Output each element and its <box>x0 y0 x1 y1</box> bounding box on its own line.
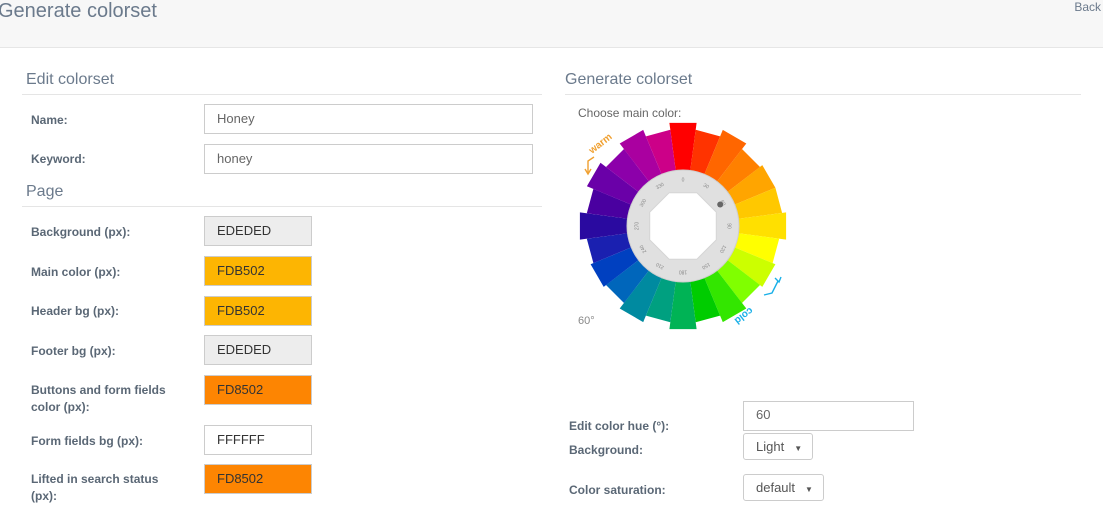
main-color-label: Main color (px): <box>31 265 121 279</box>
hue-degree-label: 60° <box>578 315 595 327</box>
cold-arrowhead-icon <box>774 276 782 284</box>
buttons-color-field[interactable]: FD8502 <box>204 375 312 405</box>
hue-marker[interactable] <box>717 201 724 208</box>
hue-label: Edit color hue (°): <box>569 419 670 433</box>
header-bg-label: Header bg (px): <box>31 304 120 318</box>
main-color-field[interactable]: FDB502 <box>204 256 312 286</box>
generate-colorset-heading: Generate colorset <box>565 71 693 88</box>
buttons-color-label: Buttons and form fields color (px): <box>31 383 166 414</box>
hue-input[interactable]: 60 <box>743 401 914 431</box>
name-label: Name: <box>31 113 68 127</box>
ring-tick-label: 0 <box>682 177 685 183</box>
cold-arrow-icon <box>763 280 779 296</box>
lifted-status-field[interactable]: FD8502 <box>204 464 312 494</box>
saturation-select-value: default <box>756 480 796 495</box>
background-color-label: Background (px): <box>31 225 131 239</box>
page-heading: Page <box>26 183 64 200</box>
top-bar: Generate colorset Back <box>0 0 1103 48</box>
saturation-select-label: Color saturation: <box>569 483 666 497</box>
background-select-label: Background: <box>569 443 644 457</box>
wheel-center <box>649 192 717 260</box>
choose-main-color-label: Choose main color: <box>578 106 682 120</box>
color-wheel[interactable]: 0306090120150180210240270300330 warm col… <box>578 121 788 331</box>
page-title: Generate colorset <box>0 0 157 22</box>
chevron-down-icon: ▼ <box>805 485 813 494</box>
warm-label: warm <box>586 132 614 157</box>
header-bg-field[interactable]: FDB502 <box>204 296 312 326</box>
keyword-input[interactable]: honey <box>204 144 533 174</box>
footer-bg-label: Footer bg (px): <box>31 344 116 358</box>
name-input[interactable]: Honey <box>204 104 533 134</box>
background-select-value: Light <box>756 439 785 454</box>
back-link[interactable]: Back <box>1074 0 1101 14</box>
keyword-label: Keyword: <box>31 152 86 166</box>
lifted-status-label: Lifted in search status (px): <box>31 472 159 503</box>
form-fields-bg-field[interactable]: FFFFFF <box>204 425 312 455</box>
divider <box>22 94 542 95</box>
background-color-field[interactable]: EDEDED <box>204 216 312 246</box>
chevron-down-icon: ▼ <box>794 444 803 453</box>
form-fields-bg-label: Form fields bg (px): <box>31 434 143 448</box>
ring-tick-label: 180 <box>679 269 688 275</box>
background-select[interactable]: Light ▼ <box>743 433 813 460</box>
warm-arrow-icon <box>587 156 595 173</box>
edit-colorset-heading: Edit colorset <box>26 71 115 88</box>
ring-tick-label: 90 <box>726 223 732 229</box>
footer-bg-field[interactable]: EDEDED <box>204 335 312 365</box>
ring-tick-label: 270 <box>634 222 640 231</box>
divider <box>22 206 542 207</box>
divider <box>565 94 1081 95</box>
saturation-select[interactable]: default ▼ <box>743 474 824 501</box>
